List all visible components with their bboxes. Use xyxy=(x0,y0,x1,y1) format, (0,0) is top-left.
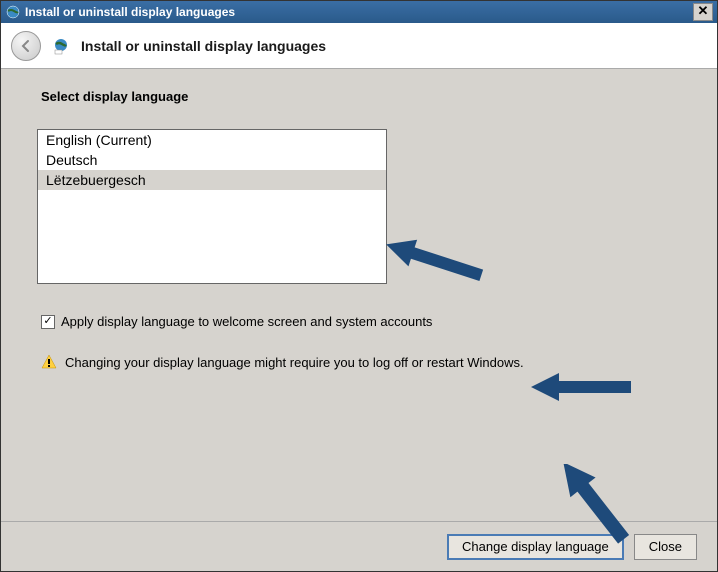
annotation-arrow-icon xyxy=(381,239,491,299)
warning-row: Changing your display language might req… xyxy=(41,354,677,370)
warning-text: Changing your display language might req… xyxy=(65,355,524,370)
footer: Change display language Close xyxy=(1,521,717,571)
header: Install or uninstall display languages xyxy=(1,23,717,69)
language-option[interactable]: Deutsch xyxy=(38,150,386,170)
globe-icon xyxy=(5,4,21,20)
section-title: Select display language xyxy=(41,89,677,104)
close-icon[interactable]: ✕ xyxy=(693,3,713,21)
window: Install or uninstall display languages ✕… xyxy=(0,0,718,572)
titlebar: Install or uninstall display languages ✕ xyxy=(1,1,717,23)
globe-icon xyxy=(51,36,71,56)
page-title: Install or uninstall display languages xyxy=(81,38,326,54)
window-title: Install or uninstall display languages xyxy=(25,5,693,19)
change-language-button[interactable]: Change display language xyxy=(447,534,624,560)
content-area: Select display language English (Current… xyxy=(1,69,717,521)
language-listbox[interactable]: English (Current)DeutschLëtzebuergesch xyxy=(37,129,387,284)
checkbox-label: Apply display language to welcome screen… xyxy=(61,314,432,329)
annotation-arrow-icon xyxy=(531,369,641,419)
warning-icon xyxy=(41,354,57,370)
back-arrow-icon xyxy=(18,38,34,54)
back-button[interactable] xyxy=(11,31,41,61)
checkbox-row: ✓ Apply display language to welcome scre… xyxy=(41,314,677,329)
close-button[interactable]: Close xyxy=(634,534,697,560)
language-option[interactable]: English (Current) xyxy=(38,130,386,150)
language-option[interactable]: Lëtzebuergesch xyxy=(38,170,386,190)
apply-checkbox[interactable]: ✓ xyxy=(41,315,55,329)
